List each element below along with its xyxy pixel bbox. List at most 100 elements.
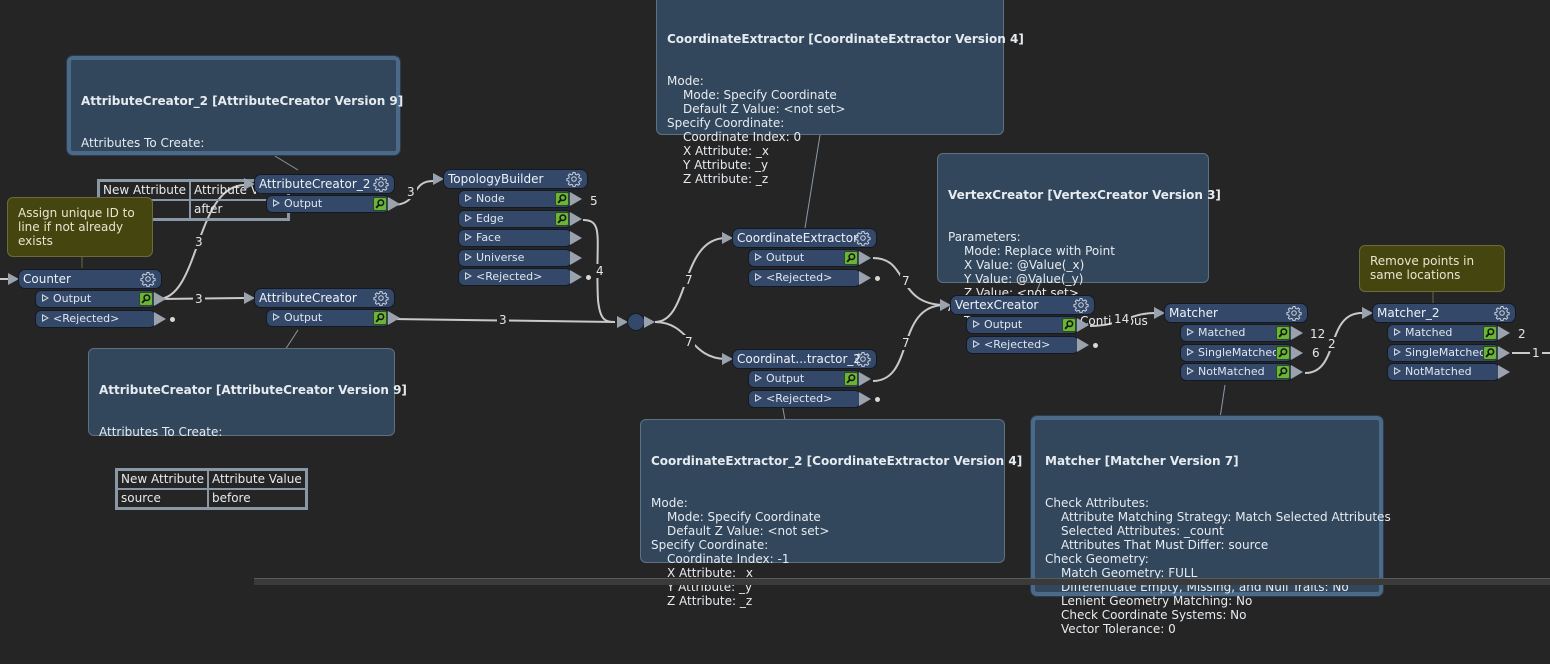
- annotation-vertexcreator[interactable]: VertexCreator [VertexCreator Version 3] …: [937, 153, 1221, 328]
- output-arrow-icon[interactable]: [1498, 326, 1510, 340]
- inspect-magnifier-icon[interactable]: [1062, 318, 1076, 332]
- feature-count[interactable]: 3: [497, 313, 509, 327]
- output-port-matched[interactable]: Matched: [1180, 324, 1293, 342]
- expand-triangle-icon[interactable]: [1187, 328, 1194, 336]
- output-port-singlematched[interactable]: SingleMatched: [1180, 343, 1293, 362]
- transformer-matcher-2[interactable]: Matcher_2: [1372, 303, 1516, 323]
- feature-count[interactable]: 12: [1308, 327, 1328, 341]
- transformer-attributecreator[interactable]: AttributeCreator: [254, 288, 395, 308]
- output-port-output[interactable]: Output: [748, 249, 861, 267]
- output-arrow-icon[interactable]: [388, 197, 400, 211]
- output-arrow-icon[interactable]: [1077, 337, 1089, 352]
- expand-triangle-icon[interactable]: [465, 233, 472, 241]
- expand-triangle-icon[interactable]: [1394, 347, 1401, 356]
- output-port-singlematched[interactable]: SingleMatched: [1387, 343, 1500, 362]
- expand-triangle-icon[interactable]: [1394, 367, 1401, 375]
- expand-triangle-icon[interactable]: [1187, 347, 1194, 356]
- transformer-coordinateextractor-2[interactable]: Coordinat...tractor_2: [732, 349, 877, 369]
- transformer-matcher[interactable]: Matcher: [1164, 303, 1308, 323]
- inspect-magnifier-icon[interactable]: [373, 197, 387, 211]
- feature-count[interactable]: 14: [1112, 312, 1132, 326]
- output-arrow-icon[interactable]: [859, 372, 871, 386]
- output-arrow-icon[interactable]: [388, 311, 400, 325]
- output-port-matched[interactable]: Matched: [1387, 324, 1500, 342]
- annotation-attributecreator[interactable]: AttributeCreator [AttributeCreator Versi…: [88, 348, 407, 510]
- output-port-node[interactable]: Node: [458, 190, 572, 208]
- annotation-coordinateextractor-2[interactable]: CoordinateExtractor_2 [CoordinateExtract…: [640, 419, 1022, 608]
- expand-triangle-icon[interactable]: [42, 313, 49, 322]
- expand-triangle-icon[interactable]: [42, 294, 49, 302]
- transformer-attributecreator-2[interactable]: AttributeCreator_2: [254, 174, 395, 194]
- output-port-notmatched[interactable]: NotMatched: [1180, 363, 1293, 381]
- transformer-vertexcreator[interactable]: VertexCreator: [950, 295, 1095, 315]
- annotation-coordinateextractor[interactable]: CoordinateExtractor [CoordinateExtractor…: [656, 0, 1024, 186]
- feature-count[interactable]: 3: [405, 185, 417, 199]
- output-port-edge[interactable]: Edge: [458, 209, 572, 228]
- output-arrow-icon[interactable]: [570, 250, 582, 265]
- gear-icon[interactable]: [140, 271, 156, 288]
- inspect-magnifier-icon[interactable]: [844, 372, 858, 386]
- feature-count[interactable]: 3: [193, 292, 205, 306]
- feature-count[interactable]: 2: [1516, 327, 1528, 341]
- expand-triangle-icon[interactable]: [465, 272, 472, 280]
- feature-count[interactable]: 1: [1530, 346, 1542, 360]
- feature-count[interactable]: 6: [1310, 346, 1322, 360]
- gear-icon[interactable]: [566, 171, 582, 188]
- expand-triangle-icon[interactable]: [1394, 328, 1401, 336]
- inspect-magnifier-icon[interactable]: [844, 251, 858, 265]
- output-arrow-icon[interactable]: [570, 231, 582, 245]
- inspect-magnifier-icon[interactable]: [1483, 345, 1497, 360]
- feature-count[interactable]: 2: [1326, 337, 1338, 351]
- output-arrow-icon[interactable]: [1077, 318, 1089, 332]
- output-arrow-icon[interactable]: [1291, 345, 1303, 360]
- transformer-topologybuilder[interactable]: TopologyBuilder: [443, 169, 588, 189]
- feature-count[interactable]: 7: [900, 336, 912, 350]
- output-port-output[interactable]: Output: [748, 370, 861, 388]
- gear-icon[interactable]: [373, 176, 389, 193]
- expand-triangle-icon[interactable]: [755, 393, 762, 402]
- transformer-counter[interactable]: Counter: [18, 269, 162, 289]
- output-port-output[interactable]: Output: [266, 309, 390, 327]
- expand-triangle-icon[interactable]: [273, 199, 280, 207]
- inspect-magnifier-icon[interactable]: [555, 211, 569, 226]
- inspect-magnifier-icon[interactable]: [373, 311, 387, 325]
- output-arrow-icon[interactable]: [859, 251, 871, 265]
- inspect-magnifier-icon[interactable]: [139, 292, 153, 306]
- inspect-magnifier-icon[interactable]: [1276, 345, 1290, 360]
- note-counter[interactable]: Assign unique ID to line if not already …: [7, 197, 153, 257]
- output-port-notmatched[interactable]: NotMatched: [1387, 363, 1500, 381]
- expand-triangle-icon[interactable]: [755, 374, 762, 382]
- output-arrow-icon[interactable]: [1498, 345, 1510, 360]
- transformer-coordinateextractor[interactable]: CoordinateExtractor: [732, 228, 877, 248]
- output-arrow-icon[interactable]: [570, 211, 582, 226]
- output-port-output[interactable]: Output: [266, 195, 390, 213]
- inspect-magnifier-icon[interactable]: [555, 192, 569, 206]
- feature-count[interactable]: 7: [900, 274, 912, 288]
- expand-triangle-icon[interactable]: [465, 252, 472, 261]
- gear-icon[interactable]: [1286, 305, 1302, 322]
- inspect-magnifier-icon[interactable]: [1276, 365, 1290, 379]
- output-arrow-icon[interactable]: [154, 311, 166, 326]
- output-arrow-icon[interactable]: [154, 292, 166, 306]
- output-arrow-icon[interactable]: [1291, 365, 1303, 379]
- expand-triangle-icon[interactable]: [755, 272, 762, 281]
- expand-triangle-icon[interactable]: [973, 320, 980, 328]
- gear-icon[interactable]: [1073, 297, 1089, 314]
- note-matcher-2[interactable]: Remove points in same locations: [1359, 245, 1505, 292]
- output-port-universe[interactable]: Universe: [458, 248, 572, 267]
- output-port-rejected[interactable]: <Rejected>: [458, 268, 572, 286]
- output-port-output[interactable]: Output: [966, 316, 1079, 334]
- gear-icon[interactable]: [373, 290, 389, 307]
- expand-triangle-icon[interactable]: [973, 339, 980, 348]
- annotation-attributecreator-2[interactable]: AttributeCreator_2 [AttributeCreator Ver…: [67, 56, 403, 221]
- output-arrow-icon[interactable]: [859, 270, 871, 285]
- expand-triangle-icon[interactable]: [273, 313, 280, 321]
- feature-count[interactable]: 5: [588, 194, 600, 208]
- output-arrow-icon[interactable]: [570, 192, 582, 206]
- output-arrow-icon[interactable]: [1498, 365, 1510, 379]
- feature-count[interactable]: 7: [683, 273, 695, 287]
- output-port-output[interactable]: Output: [35, 290, 156, 308]
- feature-count[interactable]: 3: [193, 235, 205, 249]
- gear-icon[interactable]: [855, 351, 871, 368]
- output-port-rejected[interactable]: <Rejected>: [35, 309, 156, 328]
